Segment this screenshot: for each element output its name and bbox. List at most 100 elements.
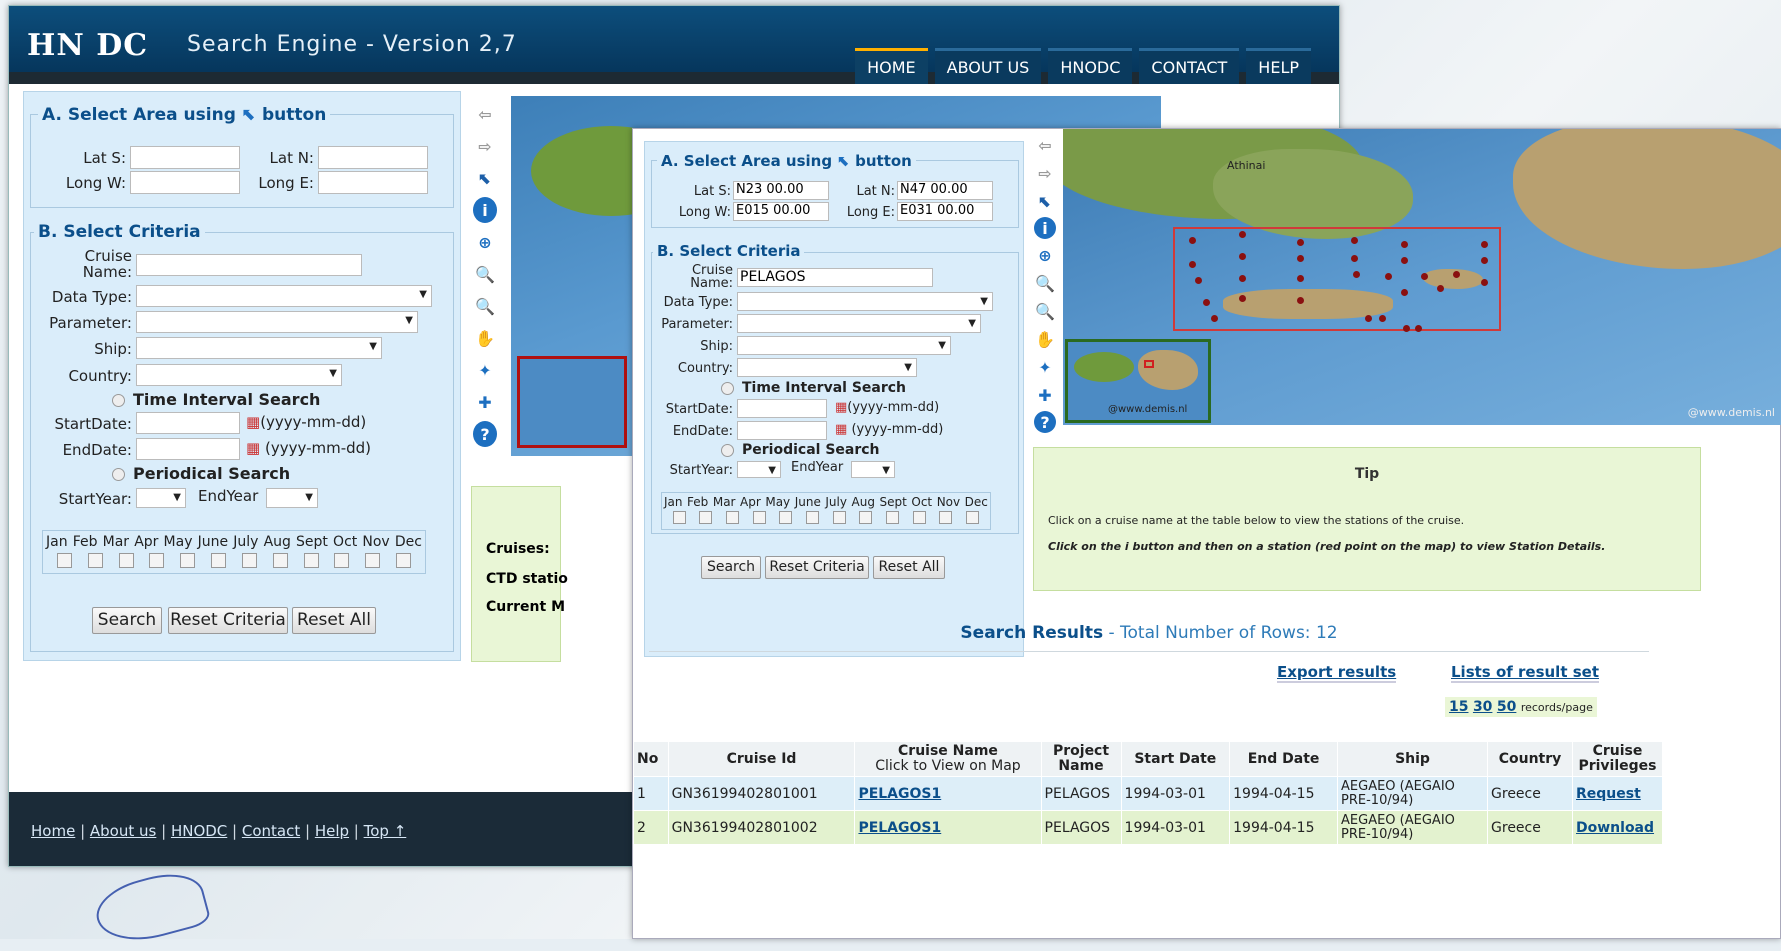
- station-point[interactable]: [1421, 273, 1428, 280]
- calendar-icon[interactable]: ▦: [246, 413, 260, 431]
- month-checkbox-dec[interactable]: [396, 553, 412, 568]
- pan-icon[interactable]: ✋: [1035, 327, 1055, 351]
- help-icon[interactable]: ?: [473, 421, 497, 447]
- footer-hnodc-link[interactable]: HNODC: [171, 822, 227, 840]
- front-data-type-select[interactable]: [737, 292, 993, 311]
- front-time-interval-radio[interactable]: [721, 381, 734, 395]
- pan-icon[interactable]: ✋: [475, 325, 495, 351]
- station-point[interactable]: [1239, 275, 1246, 282]
- search-button[interactable]: Search: [92, 607, 162, 634]
- data-type-select[interactable]: [136, 285, 432, 307]
- overview-map[interactable]: [517, 356, 627, 448]
- ship-select[interactable]: [136, 337, 382, 359]
- month-checkbox-may[interactable]: [779, 511, 793, 524]
- front-country-select[interactable]: [737, 358, 917, 377]
- station-point[interactable]: [1239, 295, 1246, 302]
- select-area-icon[interactable]: ⬉: [1038, 189, 1051, 213]
- cruise-name-input[interactable]: [136, 254, 362, 276]
- month-checkbox-dec[interactable]: [966, 511, 980, 524]
- move-icon[interactable]: ✚: [478, 389, 491, 415]
- front-end-date-input[interactable]: [737, 421, 827, 440]
- station-point[interactable]: [1351, 237, 1358, 244]
- front-periodical-option[interactable]: Periodical Search: [721, 442, 880, 458]
- month-checkbox-mar[interactable]: [118, 553, 134, 568]
- station-point[interactable]: [1365, 315, 1372, 322]
- nav-contact[interactable]: CONTACT: [1139, 48, 1240, 84]
- long-e-input[interactable]: [318, 171, 428, 194]
- front-reset-all-button[interactable]: Reset All: [873, 556, 945, 579]
- page-size-15[interactable]: 15: [1449, 699, 1468, 715]
- reset-all-button[interactable]: Reset All: [292, 607, 376, 634]
- front-map[interactable]: Athinai @www.demis.nl @www.demis.nl: [1063, 129, 1781, 425]
- station-point[interactable]: [1351, 255, 1358, 262]
- month-checkbox-feb[interactable]: [699, 511, 713, 524]
- nav-help[interactable]: HELP: [1246, 48, 1311, 84]
- month-checkbox-mar[interactable]: [726, 511, 740, 524]
- station-point[interactable]: [1239, 231, 1246, 238]
- zoom-in-icon[interactable]: 🔍: [475, 261, 495, 287]
- month-checkbox-apr[interactable]: [149, 553, 165, 568]
- zoom-in-icon[interactable]: 🔍: [1035, 271, 1055, 295]
- station-point[interactable]: [1437, 285, 1444, 292]
- privilege-link[interactable]: Request: [1576, 786, 1641, 802]
- footer-about-link[interactable]: About us: [90, 822, 156, 840]
- nav-hnodc[interactable]: HNODC: [1048, 48, 1133, 84]
- front-lat-n-input[interactable]: N47 00.00: [897, 181, 993, 200]
- month-checkbox-nov[interactable]: [939, 511, 953, 524]
- overview-map[interactable]: @www.demis.nl: [1065, 339, 1211, 423]
- station-point[interactable]: [1297, 255, 1304, 262]
- front-parameter-select[interactable]: [737, 314, 981, 333]
- month-checkbox-nov[interactable]: [365, 553, 381, 568]
- start-year-select[interactable]: [136, 488, 186, 508]
- info-icon[interactable]: i: [473, 197, 497, 223]
- station-point[interactable]: [1297, 239, 1304, 246]
- station-point[interactable]: [1481, 279, 1488, 286]
- page-size-50[interactable]: 50: [1497, 699, 1516, 715]
- zoom-extent-icon[interactable]: ⊕: [1038, 243, 1051, 267]
- station-point[interactable]: [1189, 261, 1196, 268]
- move-icon[interactable]: ✚: [1038, 383, 1051, 407]
- selection-rectangle[interactable]: [1173, 227, 1501, 331]
- periodical-option[interactable]: Periodical Search: [112, 464, 290, 483]
- station-point[interactable]: [1379, 315, 1386, 322]
- station-point[interactable]: [1481, 241, 1488, 248]
- end-year-select[interactable]: [266, 488, 318, 508]
- zoom-extent-icon[interactable]: ⊕: [478, 229, 491, 255]
- station-point[interactable]: [1195, 277, 1202, 284]
- station-point[interactable]: [1403, 325, 1410, 332]
- help-icon[interactable]: ?: [1034, 411, 1056, 433]
- station-point[interactable]: [1453, 271, 1460, 278]
- lat-n-input[interactable]: [318, 146, 428, 169]
- zoom-out-icon[interactable]: 🔍: [1035, 299, 1055, 323]
- page-size-30[interactable]: 30: [1473, 699, 1492, 715]
- nav-home[interactable]: HOME: [855, 48, 928, 84]
- info-icon[interactable]: i: [1034, 217, 1056, 239]
- reset-criteria-button[interactable]: Reset Criteria: [168, 607, 288, 634]
- station-point[interactable]: [1297, 297, 1304, 304]
- station-point[interactable]: [1353, 271, 1360, 278]
- station-point[interactable]: [1297, 275, 1304, 282]
- calendar-icon[interactable]: ▦: [246, 439, 260, 457]
- front-search-button[interactable]: Search: [701, 556, 761, 579]
- month-checkbox-june[interactable]: [211, 553, 227, 568]
- front-start-year-select[interactable]: [737, 461, 781, 478]
- lists-result-set-link[interactable]: Lists of result set: [1451, 663, 1599, 683]
- front-end-year-select[interactable]: [851, 461, 895, 478]
- nav-about-us[interactable]: ABOUT US: [934, 48, 1042, 84]
- month-checkbox-jan[interactable]: [56, 553, 72, 568]
- station-point[interactable]: [1385, 273, 1392, 280]
- time-interval-option[interactable]: Time Interval Search: [112, 390, 320, 409]
- parameter-select[interactable]: [136, 311, 418, 333]
- month-checkbox-feb[interactable]: [87, 553, 103, 568]
- station-point[interactable]: [1203, 299, 1210, 306]
- footer-top-link[interactable]: Top ↑: [364, 822, 407, 840]
- calendar-icon[interactable]: ▦: [835, 422, 847, 437]
- periodical-radio[interactable]: [112, 468, 125, 481]
- month-checkbox-jan[interactable]: [672, 511, 686, 524]
- month-checkbox-apr[interactable]: [752, 511, 766, 524]
- country-select[interactable]: [136, 364, 342, 386]
- calendar-icon[interactable]: ▦: [835, 400, 847, 415]
- footer-help-link[interactable]: Help: [315, 822, 349, 840]
- month-checkbox-aug[interactable]: [859, 511, 873, 524]
- end-date-input[interactable]: [136, 438, 240, 460]
